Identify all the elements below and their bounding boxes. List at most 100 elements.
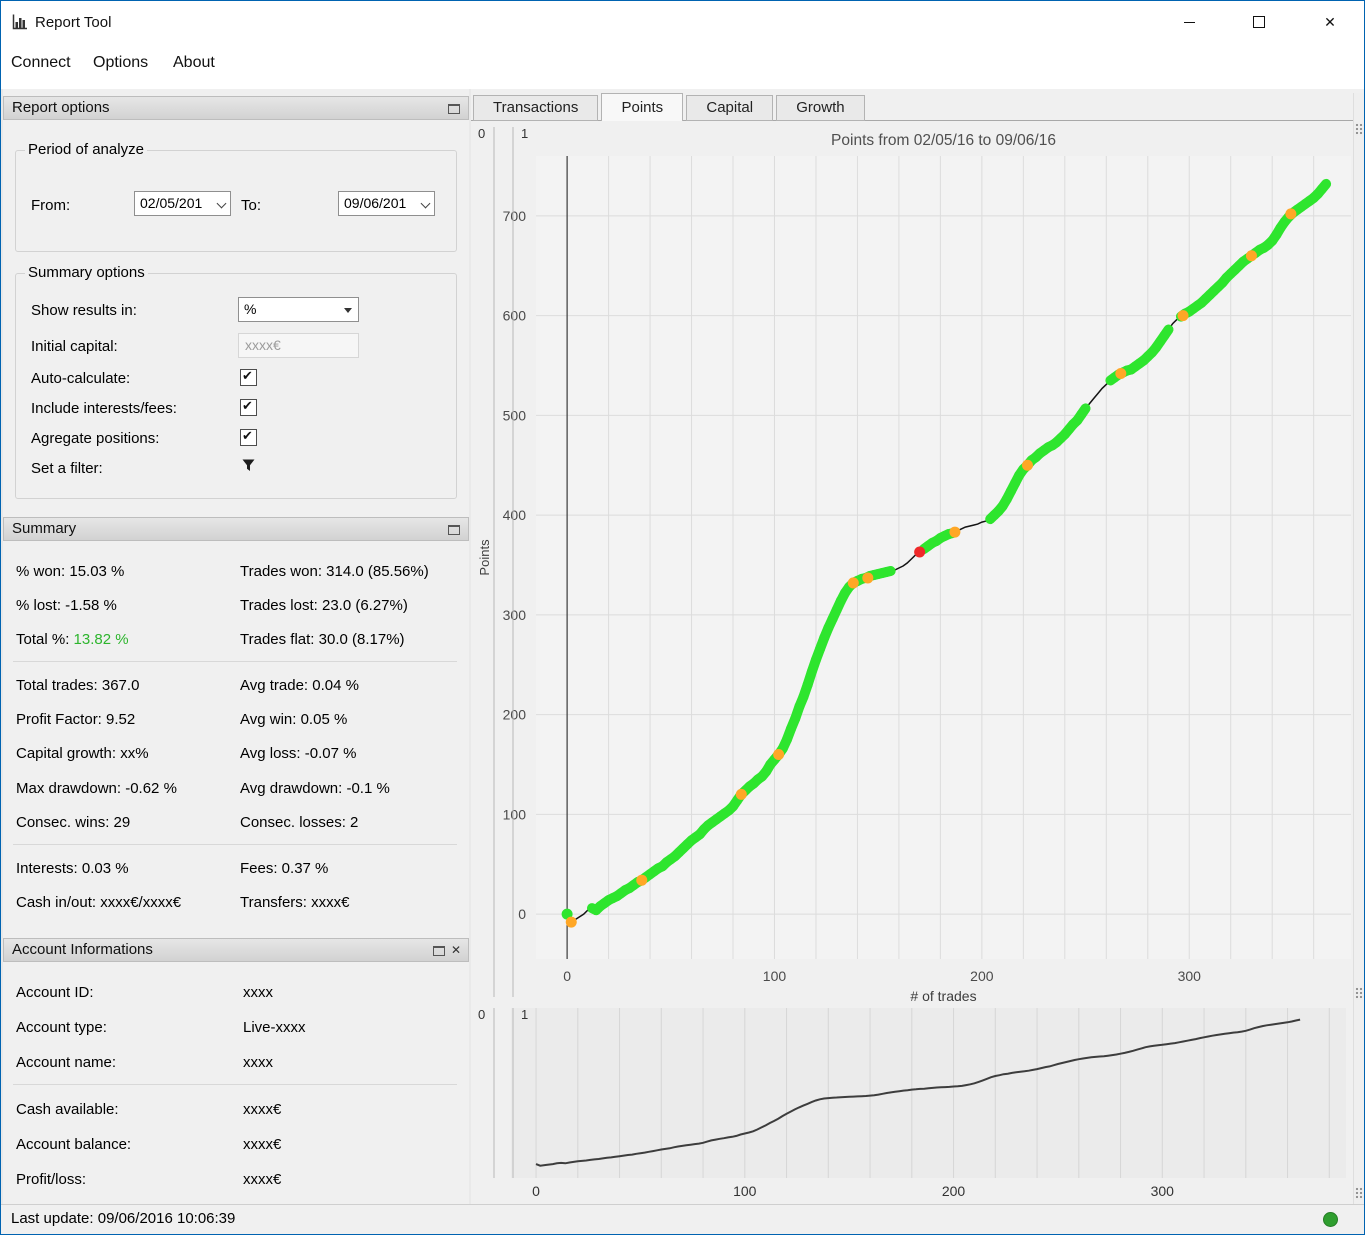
summary-row: Max drawdown: -0.62 % Avg drawdown: -0.1 …: [16, 780, 464, 800]
resize-grip[interactable]: [1355, 1187, 1364, 1200]
svg-text:0: 0: [532, 1183, 540, 1199]
svg-text:1: 1: [521, 1007, 528, 1022]
show-results-label: Show results in:: [31, 302, 137, 319]
account-row: Profit/loss: xxxx€: [16, 1171, 464, 1191]
set-filter-label: Set a filter:: [31, 460, 103, 477]
maximize-button[interactable]: [1236, 1, 1282, 43]
float-panel-icon[interactable]: [433, 946, 445, 956]
svg-text:400: 400: [503, 507, 527, 523]
title-bar: Report Tool ✕: [1, 1, 1364, 45]
summary-cell: Max drawdown: -0.62 %: [16, 780, 177, 797]
account-row: Account ID: xxxx: [16, 984, 464, 1004]
account-row: Account balance: xxxx€: [16, 1136, 464, 1156]
total-value: 13.82 %: [73, 631, 129, 648]
account-value: xxxx€: [243, 1171, 282, 1188]
account-label: Cash available:: [16, 1101, 119, 1118]
summary-cell: Trades lost: 23.0 (6.27%): [240, 597, 408, 614]
app-icon: [11, 13, 29, 31]
close-panel-icon[interactable]: ✕: [451, 943, 461, 958]
menu-connect[interactable]: Connect: [11, 54, 71, 72]
svg-text:0: 0: [478, 1007, 485, 1022]
status-bar: Last update: 09/06/2016 10:06:39: [1, 1204, 1364, 1234]
summary-cell: Avg drawdown: -0.1 %: [240, 780, 390, 797]
summary-cell: Consec. losses: 2: [240, 814, 359, 831]
auto-calculate-checkbox[interactable]: [240, 368, 257, 386]
account-row: Account type: Live-xxxx: [16, 1019, 464, 1039]
svg-text:700: 700: [503, 208, 527, 224]
svg-text:200: 200: [503, 707, 527, 723]
svg-text:200: 200: [942, 1183, 966, 1199]
left-panel: Report options Period of analyze From: 0…: [3, 89, 469, 1204]
summary-cell: Avg trade: 0.04 %: [240, 677, 359, 694]
overview-chart[interactable]: 0 100 200 300 0 1: [471, 1004, 1353, 1204]
window-title: Report Tool: [35, 14, 112, 31]
tab-transactions[interactable]: Transactions: [473, 95, 599, 121]
tab-growth[interactable]: Growth: [776, 95, 865, 121]
summary-header: Summary: [3, 517, 469, 541]
tab-points[interactable]: Points: [601, 93, 684, 121]
close-button[interactable]: ✕: [1307, 1, 1353, 43]
minimize-button[interactable]: [1166, 1, 1212, 43]
account-value: xxxx€: [243, 1136, 282, 1153]
report-options-title: Report options: [12, 99, 110, 116]
svg-text:500: 500: [503, 407, 527, 423]
resize-grip[interactable]: [1355, 987, 1364, 1000]
separator: [13, 661, 457, 662]
menu-bar: Connect Options About: [1, 45, 1364, 119]
chevron-down-icon: [420, 198, 431, 209]
tab-capital[interactable]: Capital: [686, 95, 774, 121]
summary-row: Capital growth: xx% Avg loss: -0.07 %: [16, 745, 464, 765]
separator: [13, 844, 457, 845]
float-panel-icon[interactable]: [448, 525, 460, 535]
include-fees-checkbox[interactable]: [240, 398, 257, 416]
summary-cell: % lost: -1.58 %: [16, 597, 117, 614]
svg-text:# of trades: # of trades: [910, 988, 976, 1004]
summary-cell: Fees: 0.37 %: [240, 860, 329, 877]
dropdown-arrow-icon: [344, 308, 352, 313]
svg-text:300: 300: [503, 607, 527, 623]
initial-capital-label: Initial capital:: [31, 338, 118, 355]
app-window: Report Tool ✕ Connect Options About Repo…: [0, 0, 1365, 1235]
svg-text:0: 0: [478, 126, 485, 141]
summary-cell: Transfers: xxxx€: [240, 894, 350, 911]
tab-bar: Transactions Points Capital Growth: [473, 93, 865, 121]
summary-cell: Avg loss: -0.07 %: [240, 745, 357, 762]
svg-text:0: 0: [563, 968, 571, 984]
float-panel-icon[interactable]: [448, 104, 460, 114]
summary-cell: Total trades: 367.0: [16, 677, 140, 694]
chart-zone: Transactions Points Capital Growth 0 1 0 0 2…: [471, 89, 1364, 1204]
account-value: xxxx: [243, 984, 273, 1001]
menu-about[interactable]: About: [173, 54, 215, 72]
separator: [13, 1084, 457, 1085]
summary-cell: Consec. wins: 29: [16, 814, 131, 831]
show-results-combo[interactable]: %: [238, 297, 359, 322]
initial-capital-input[interactable]: xxxx€: [238, 333, 359, 358]
summary-options-label: Summary options: [25, 264, 148, 281]
resize-grip[interactable]: [1355, 123, 1364, 136]
summary-cell: Capital growth: xx%: [16, 745, 149, 762]
show-results-value: %: [244, 301, 257, 317]
svg-text:Points: Points: [477, 539, 492, 576]
last-update-text: Last update: 09/06/2016 10:06:39: [11, 1210, 236, 1227]
from-date-combo[interactable]: 02/05/201: [134, 191, 231, 216]
filter-icon[interactable]: [240, 457, 257, 478]
svg-text:0: 0: [518, 906, 526, 922]
period-group-label: Period of analyze: [25, 141, 147, 158]
svg-text:Points from 02/05/16 to 09/06/: Points from 02/05/16 to 09/06/16: [831, 132, 1056, 149]
include-fees-label: Include interests/fees:: [31, 400, 177, 417]
summary-cell: Interests: 0.03 %: [16, 860, 129, 877]
from-date-value: 02/05/201: [140, 195, 203, 211]
svg-text:300: 300: [1178, 968, 1202, 984]
splitter-strip: [1353, 93, 1364, 1204]
summary-cell: Trades flat: 30.0 (8.17%): [240, 631, 405, 648]
minimize-icon: [1183, 21, 1195, 23]
summary-row: % won: 15.03 % Trades won: 314.0 (85.56%): [16, 563, 464, 583]
svg-text:1: 1: [521, 126, 528, 141]
menu-options[interactable]: Options: [93, 54, 148, 72]
agregate-positions-checkbox[interactable]: [240, 428, 257, 446]
to-date-combo[interactable]: 09/06/201: [338, 191, 435, 216]
svg-text:600: 600: [503, 308, 527, 324]
to-label: To:: [241, 197, 262, 214]
points-chart[interactable]: 0 100 200 300 400 500 600 700 0 100 200 300 Points f…: [471, 121, 1353, 1004]
summary-row: Profit Factor: 9.52 Avg win: 0.05 %: [16, 711, 464, 731]
